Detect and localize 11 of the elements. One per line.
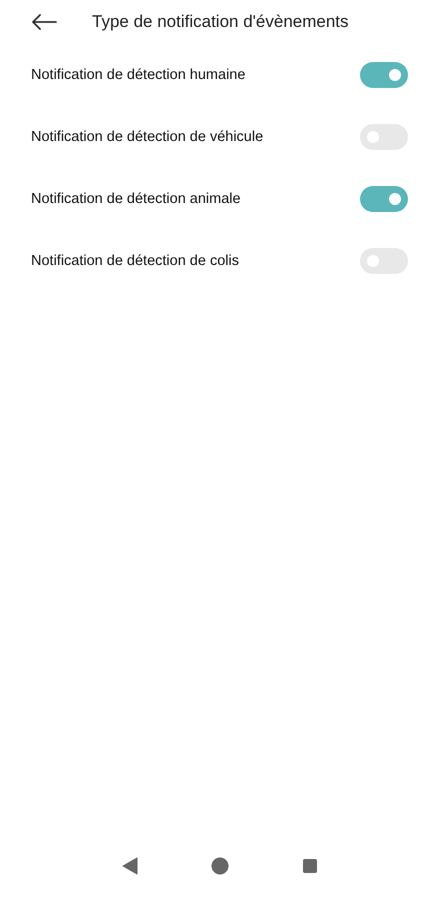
- screen-title: Type de notification d'évènements: [92, 12, 349, 32]
- home-icon[interactable]: [211, 857, 230, 875]
- setting-label: Notification de détection de véhicule: [31, 129, 264, 145]
- recent-apps-icon[interactable]: [303, 859, 318, 873]
- setting-label: Notification de détection humaine: [31, 67, 246, 83]
- toggle-switch[interactable]: [360, 62, 408, 88]
- setting-label: Notification de détection animale: [31, 191, 241, 207]
- back-icon[interactable]: [122, 857, 138, 875]
- setting-label: Notification de détection de colis: [31, 253, 239, 269]
- toggle-switch[interactable]: [360, 186, 408, 212]
- back-arrow-icon[interactable]: [31, 14, 57, 30]
